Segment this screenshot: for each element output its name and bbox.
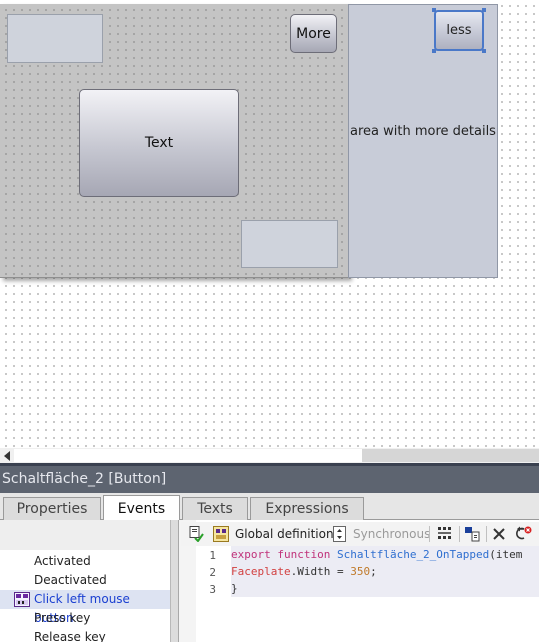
events-list-header: [0, 520, 170, 550]
screen-canvas[interactable]: More Text less area with more details: [0, 0, 539, 448]
tab-properties-label: Properties: [16, 501, 88, 517]
properties-title: Schaltfläche_2 [Button]: [2, 471, 167, 487]
tab-events-label: Events: [117, 500, 166, 517]
text-button[interactable]: Text: [79, 89, 239, 197]
event-item-click-left-mouse-button[interactable]: Click left mouse button: [0, 590, 170, 625]
line-number: 2: [209, 566, 216, 579]
tab-expressions-label: Expressions: [265, 501, 349, 517]
selection-handle[interactable]: [432, 49, 436, 53]
event-label: Release key: [34, 630, 106, 642]
event-label: Deactivated: [34, 573, 107, 587]
object-token: Faceplate: [231, 565, 291, 578]
insert-snippet-icon[interactable]: [464, 526, 480, 542]
event-item-release-key[interactable]: Release key: [0, 628, 170, 642]
keyword-token: export function: [231, 548, 337, 561]
toolbar-separator: [486, 526, 487, 542]
synchronous-toggle-icon[interactable]: [332, 526, 348, 542]
horizontal-scrollbar[interactable]: [0, 448, 539, 463]
tab-properties[interactable]: Properties: [3, 497, 101, 520]
delete-icon[interactable]: [491, 526, 507, 542]
tab-bar: Properties Events Texts Expressions: [0, 493, 539, 521]
more-button-label: More: [296, 25, 331, 42]
toolbar-separator: [459, 526, 460, 542]
code-token: ;: [370, 565, 377, 578]
tab-texts-label: Texts: [197, 501, 233, 517]
scrollbar-thumb[interactable]: [362, 449, 539, 462]
function-name-token: Schaltfläche_2_OnTapped: [336, 548, 490, 561]
grid-view-icon[interactable]: [437, 526, 453, 542]
properties-header: Schaltfläche_2 [Button]: [0, 466, 539, 493]
event-item-press-key[interactable]: Press key: [0, 609, 170, 628]
faceplate[interactable]: More Text: [0, 4, 349, 278]
undo-delete-icon[interactable]: [514, 526, 532, 542]
code-token: }: [231, 582, 238, 595]
selection-handle[interactable]: [432, 8, 436, 12]
detail-panel[interactable]: less area with more details: [348, 4, 498, 278]
rectangle-bottom-right[interactable]: [241, 220, 338, 268]
toolbar-separator: [429, 526, 430, 542]
text-button-label: Text: [144, 135, 174, 151]
less-button[interactable]: less: [434, 10, 484, 51]
code-line-3[interactable]: }: [231, 580, 539, 597]
tab-texts[interactable]: Texts: [182, 497, 248, 520]
code-token: (item: [489, 548, 523, 561]
scrollbar-track-left[interactable]: [14, 449, 362, 462]
code-editor[interactable]: export function Schaltfläche_2_OnTapped(…: [229, 546, 539, 642]
events-list: Activated Deactivated Click left mouse b…: [0, 520, 170, 642]
scroll-left-icon[interactable]: [2, 450, 12, 461]
tab-events[interactable]: Events: [103, 495, 180, 521]
number-token: 350: [350, 565, 371, 578]
code-toolbar: Global definition Synchronous: [181, 522, 539, 546]
line-number: 1: [209, 549, 216, 562]
line-number: 3: [209, 583, 216, 596]
script-icon: [14, 592, 30, 607]
check-script-icon[interactable]: [188, 526, 204, 543]
line-number-gutter: 1 2 3: [196, 546, 228, 642]
code-token: .Width =: [290, 565, 351, 578]
selection-handle[interactable]: [482, 49, 486, 53]
selection-handle[interactable]: [482, 8, 486, 12]
event-label: Press key: [34, 611, 91, 625]
event-item-activated[interactable]: Activated: [0, 552, 170, 571]
tab-expressions[interactable]: Expressions: [250, 497, 364, 520]
global-definition-label[interactable]: Global definition: [235, 527, 334, 541]
global-definition-icon[interactable]: [213, 526, 229, 542]
detail-label: area with more details: [350, 124, 496, 139]
synchronous-label[interactable]: Synchronous: [353, 527, 430, 541]
code-line-2[interactable]: Faceplate.Width = 350;: [231, 563, 539, 580]
less-button-label: less: [446, 23, 472, 38]
event-item-deactivated[interactable]: Deactivated: [0, 571, 170, 590]
more-button[interactable]: More: [290, 14, 337, 53]
rectangle-top-left[interactable]: [7, 14, 103, 63]
event-label: Activated: [34, 554, 91, 568]
code-line-1[interactable]: export function Schaltfläche_2_OnTapped(…: [231, 546, 539, 563]
